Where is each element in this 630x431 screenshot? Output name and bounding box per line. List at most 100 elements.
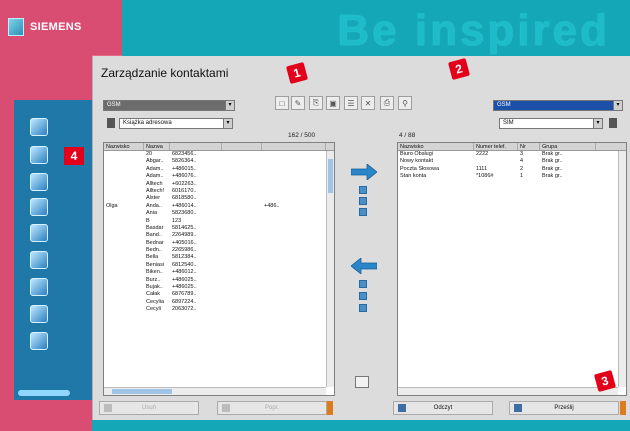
table-cell: +602263.. — [172, 180, 197, 187]
table-cell — [104, 173, 144, 180]
table-cell — [222, 254, 262, 261]
copy-button[interactable]: ⎘ — [309, 96, 323, 110]
table-row[interactable]: Cecyli 2063072.. — [104, 306, 334, 313]
table-row[interactable]: Alster 6818580.. — [104, 195, 334, 202]
correct-button[interactable]: Popr. — [217, 401, 327, 415]
table-cell: Brak gr.. — [542, 165, 563, 172]
table-cell — [222, 277, 262, 284]
table-cell: Stan konta — [400, 173, 427, 180]
table-cell: 2222 — [476, 151, 489, 157]
phone-icon[interactable] — [30, 118, 48, 136]
table-row[interactable]: Ania 5823680.. — [104, 210, 334, 217]
column-header[interactable]: Nazwisko — [104, 143, 144, 150]
copy-option-icon[interactable] — [359, 292, 367, 300]
copy-left-arrow-icon[interactable] — [351, 258, 377, 274]
copy-option-icon[interactable] — [359, 186, 367, 194]
table-row[interactable]: Biuro Obsługi 2222 3 Brak gr.. — [398, 151, 626, 158]
table-cell — [104, 195, 144, 202]
ringtone-icon[interactable] — [30, 224, 48, 242]
column-header[interactable]: Grupa — [540, 143, 596, 150]
table-row[interactable]: 20 6823456.. — [104, 151, 334, 158]
table-row[interactable]: Poczta Słosowa 1111 2 Brak gr.. — [398, 166, 626, 173]
table-cell: 2 — [520, 165, 524, 172]
table-row[interactable]: B 123 — [104, 218, 334, 225]
table-cell — [104, 188, 144, 195]
right-vertical-scrollbar[interactable] — [618, 151, 626, 387]
sms-icon[interactable] — [30, 198, 48, 216]
table-row[interactable]: Bella 5812384.. — [104, 254, 334, 261]
table-cell — [104, 306, 144, 313]
table-cell — [104, 210, 144, 217]
list-button[interactable]: ☰ — [344, 96, 358, 110]
table-row[interactable]: Abgar.. 5826364.. — [104, 158, 334, 165]
new-contact-button[interactable]: □ — [275, 96, 289, 110]
column-header[interactable]: Nr — [518, 143, 540, 150]
copy-option-icon[interactable] — [359, 280, 367, 288]
table-row[interactable]: Stan konta *1086# 1 Brak gr.. — [398, 173, 626, 180]
copy-option-icon[interactable] — [359, 208, 367, 216]
column-header[interactable] — [262, 143, 326, 150]
tools-icon[interactable] — [30, 173, 48, 191]
table-row[interactable]: Olga Anda.. +486014.. +486.. — [104, 203, 334, 210]
left-book-select[interactable]: Książka adresowa ▾ — [119, 118, 233, 129]
right-horizontal-scrollbar[interactable] — [398, 387, 618, 395]
card-button[interactable]: ▣ — [326, 96, 340, 110]
table-row[interactable]: Beniasi 6812540.. — [104, 262, 334, 269]
copy-option-icon[interactable] — [359, 304, 367, 312]
left-vertical-scrollbar[interactable] — [326, 151, 334, 387]
sync-icon[interactable] — [30, 332, 48, 350]
table-cell — [222, 240, 262, 247]
send-button[interactable]: Prześlij — [509, 401, 619, 415]
table-row[interactable]: Biken.. +486012.. — [104, 269, 334, 276]
left-horizontal-scrollbar[interactable] — [104, 387, 326, 395]
table-cell — [262, 225, 326, 232]
table-row[interactable]: Basdar 5814625.. — [104, 225, 334, 232]
camera-icon[interactable] — [30, 251, 48, 269]
table-cell: +405016.. — [172, 239, 197, 246]
right-source-select[interactable]: GSM ▾ — [493, 100, 623, 111]
preview-icon[interactable] — [355, 376, 369, 388]
copy-option-icon[interactable] — [359, 197, 367, 205]
table-cell — [222, 181, 262, 188]
contacts-icon[interactable] — [30, 146, 48, 164]
column-header[interactable] — [222, 143, 262, 150]
chevron-down-icon: ▾ — [223, 119, 232, 128]
column-header[interactable]: Nazwisko — [398, 143, 474, 150]
delete-contact-button[interactable]: Usuń — [99, 401, 199, 415]
table-row[interactable]: Adam.. +486015.. — [104, 166, 334, 173]
table-row[interactable]: Bednar +405016.. — [104, 240, 334, 247]
table-cell — [262, 232, 326, 239]
delete-button[interactable]: ✕ — [361, 96, 375, 110]
table-row[interactable]: Alltech! 6016170.. — [104, 188, 334, 195]
table-row[interactable]: Adam.. +486076.. — [104, 173, 334, 180]
table-row[interactable]: Alltech +602263.. — [104, 181, 334, 188]
table-row[interactable]: Cecylia 6897224.. — [104, 299, 334, 306]
table-row[interactable]: Band.. 2264989.. — [104, 232, 334, 239]
globe-icon[interactable] — [30, 305, 48, 323]
left-table-body: 20 6823456.. Abgar.. 5826364.. Adam.. +486015… — [104, 151, 334, 314]
table-row[interactable]: Bedn.. 2265986.. — [104, 247, 334, 254]
table-row[interactable]: Nowy kontakt 4 Brak gr.. — [398, 158, 626, 165]
table-cell: 6812540.. — [172, 261, 197, 268]
table-cell — [222, 284, 262, 291]
table-cell — [262, 218, 326, 225]
print-icon[interactable]: ⎙ — [380, 96, 394, 110]
left-source-select[interactable]: GSM ▾ — [103, 100, 235, 111]
column-header[interactable]: Numer telef. — [474, 143, 518, 150]
table-row[interactable]: Bujak.. +486025.. — [104, 284, 334, 291]
copy-right-arrow-icon[interactable] — [351, 164, 377, 180]
trash-icon[interactable] — [107, 118, 115, 128]
search-icon[interactable]: ⚲ — [398, 96, 412, 110]
table-cell — [104, 299, 144, 306]
column-header[interactable] — [170, 143, 222, 150]
edit-button[interactable]: ✎ — [291, 96, 305, 110]
table-cell — [104, 254, 144, 261]
table-row[interactable]: Całak 6876789.. — [104, 291, 334, 298]
table-row[interactable]: Burz.. +486025.. — [104, 277, 334, 284]
trash-icon[interactable] — [609, 118, 617, 128]
read-button[interactable]: Odczyt — [393, 401, 493, 415]
column-header[interactable]: Nazwa — [144, 143, 170, 150]
network-icon[interactable] — [30, 278, 48, 296]
right-book-select[interactable]: SIM ▾ — [499, 118, 603, 129]
table-cell: Ania — [146, 210, 158, 217]
